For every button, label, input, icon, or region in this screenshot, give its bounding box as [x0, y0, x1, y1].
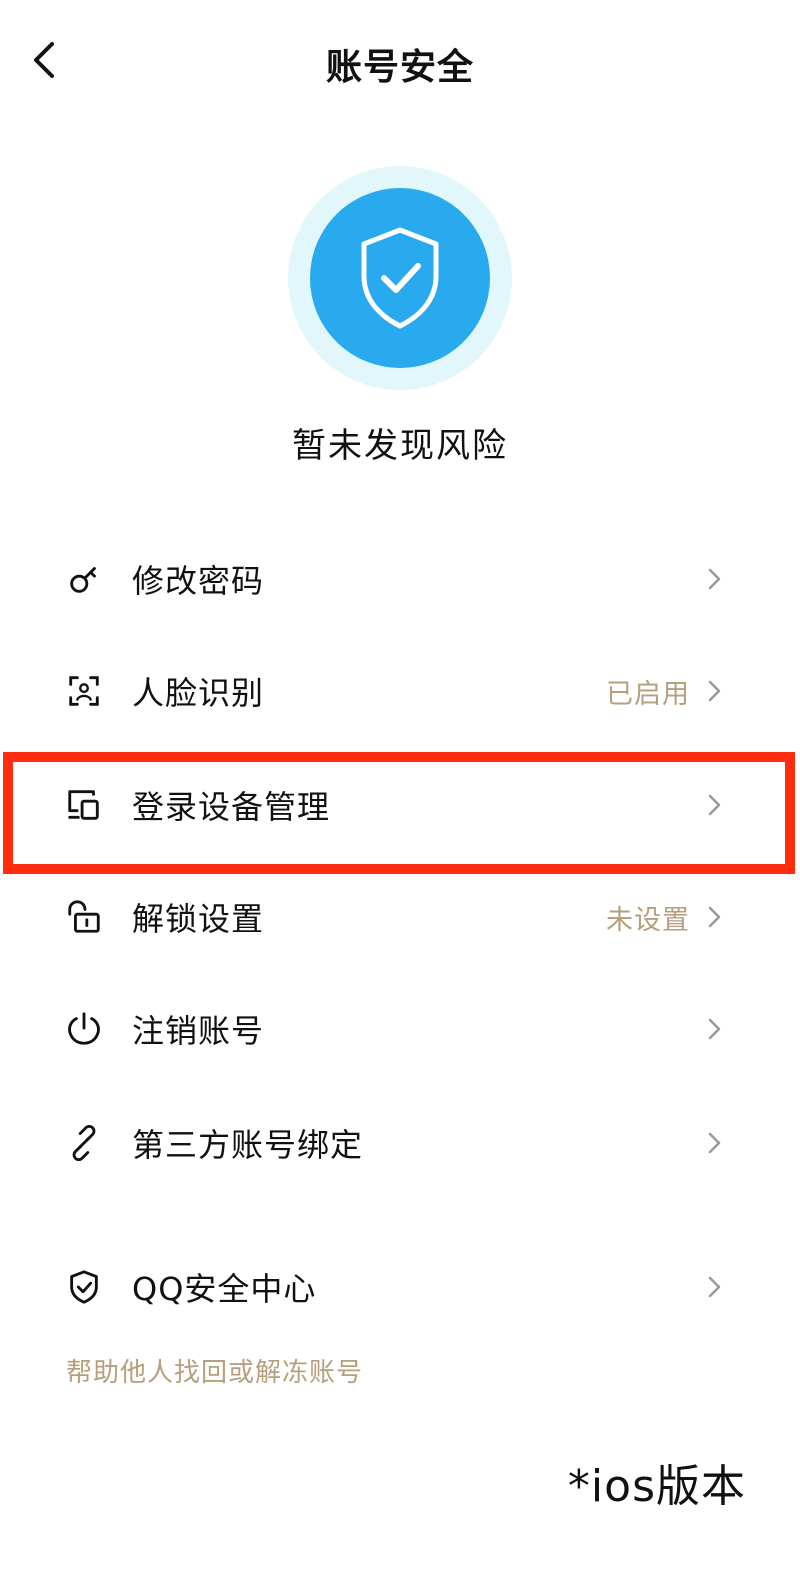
devices-icon	[64, 785, 104, 825]
shield-check-icon	[361, 227, 439, 329]
chevron-right-icon	[700, 903, 728, 931]
link-icon	[64, 1123, 104, 1163]
menu-item-qq-security-center[interactable]: QQ安全中心	[0, 1230, 800, 1344]
shield-icon	[64, 1267, 104, 1307]
security-status-badge	[288, 166, 512, 390]
chevron-right-icon	[700, 791, 728, 819]
menu-item-label: 修改密码	[132, 562, 265, 600]
menu-item-label: 登录设备管理	[132, 788, 331, 826]
chevron-right-icon	[700, 1273, 728, 1301]
menu-item-third-party-binding[interactable]: 第三方账号绑定	[0, 1086, 800, 1200]
menu-item-label: 注销账号	[132, 1012, 265, 1050]
menu-item-label: 人脸识别	[132, 674, 265, 712]
menu-item-status: 已启用	[606, 678, 690, 710]
chevron-right-icon	[700, 1129, 728, 1157]
unlock-icon	[64, 897, 104, 937]
help-others-link[interactable]: 帮助他人找回或解冻账号	[66, 1352, 363, 1389]
header: 账号安全	[0, 0, 800, 120]
chevron-right-icon	[700, 1015, 728, 1043]
menu-item-login-devices[interactable]: 登录设备管理	[0, 748, 800, 862]
power-icon	[64, 1009, 104, 1049]
menu-item-status: 未设置	[606, 904, 690, 936]
key-icon	[64, 559, 104, 599]
chevron-right-icon	[700, 565, 728, 593]
face-scan-icon	[64, 671, 104, 711]
shield-circle	[310, 188, 490, 368]
menu-item-label: 解锁设置	[132, 900, 265, 938]
menu-item-label: QQ安全中心	[132, 1270, 317, 1308]
chevron-right-icon	[700, 677, 728, 705]
menu-item-label: 第三方账号绑定	[132, 1126, 364, 1164]
page-title: 账号安全	[325, 47, 474, 88]
risk-status-text: 暂未发现风险	[292, 426, 508, 466]
menu-item-face-recognition[interactable]: 人脸识别 已启用	[0, 634, 800, 748]
menu-item-delete-account[interactable]: 注销账号	[0, 972, 800, 1086]
account-security-page: 账号安全 暂未发现风险 修改密码 人脸识别 已启用 登录设备管理 解锁设置 未设…	[0, 0, 800, 1596]
menu-item-unlock-settings[interactable]: 解锁设置 未设置	[0, 860, 800, 974]
menu-item-change-password[interactable]: 修改密码	[0, 522, 800, 636]
version-note: *ios版本	[567, 1461, 746, 1512]
